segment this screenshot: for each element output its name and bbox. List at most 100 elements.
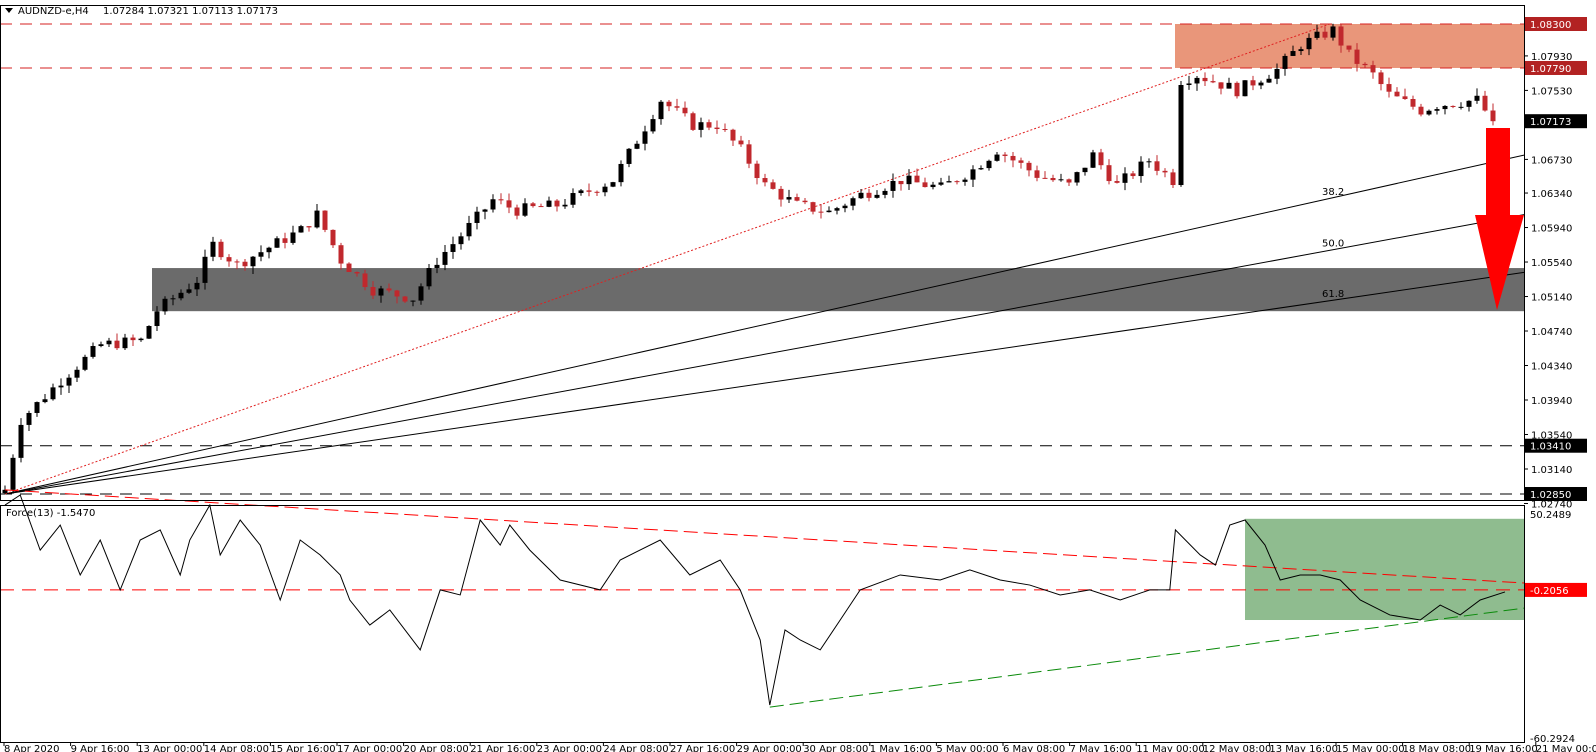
bearish-candle [1042, 177, 1048, 179]
bullish-candle [1258, 82, 1264, 86]
x-tick-label: 8 Apr 2020 [4, 744, 59, 752]
bullish-candle [1146, 161, 1152, 163]
bullish-candle [602, 186, 608, 193]
bullish-candle [10, 457, 16, 490]
background [0, 0, 1596, 752]
y-tick-label: 1.07530 [1531, 86, 1572, 97]
bearish-candle [538, 206, 544, 208]
bullish-candle [610, 182, 616, 187]
price-chart[interactable]: 38.250.061.8 -0.2056 1.079301.075301.067… [0, 0, 1596, 752]
price-label: 1.07790 [1530, 64, 1571, 75]
force-zone [1245, 518, 1524, 621]
bearish-candle [1394, 91, 1400, 97]
x-tick-label: 19 May 16:00 [1469, 744, 1538, 752]
y-tick-label: 1.06340 [1531, 189, 1572, 200]
x-tick-label: 1 May 16:00 [870, 744, 932, 752]
bullish-candle [1074, 172, 1080, 183]
bullish-candle [786, 197, 792, 200]
bullish-candle [58, 385, 64, 388]
fib-fan-label: 61.8 [1322, 289, 1344, 300]
bullish-candle [170, 298, 176, 300]
bearish-candle [1010, 155, 1016, 161]
force-axis-top: 50.2489 [1530, 510, 1571, 521]
y-tick-label: 1.05140 [1531, 293, 1572, 304]
bullish-candle [450, 244, 456, 252]
y-tick-label: 1.05540 [1531, 258, 1572, 269]
bearish-candle [1034, 170, 1040, 178]
price-label: 1.02850 [1530, 490, 1571, 501]
bearish-candle [322, 210, 328, 230]
bullish-candle [138, 338, 144, 341]
bearish-candle [746, 144, 752, 164]
bullish-candle [290, 232, 296, 243]
bullish-candle [1194, 77, 1200, 84]
bullish-candle [434, 264, 440, 269]
bearish-candle [218, 241, 224, 258]
x-tick-label: 13 Apr 00:00 [137, 744, 202, 752]
x-tick-label: 29 Apr 00:00 [737, 744, 802, 752]
y-tick-label: 1.02740 [1531, 499, 1572, 510]
bullish-candle [658, 101, 664, 120]
bullish-candle [1330, 26, 1336, 38]
bearish-candle [898, 180, 904, 185]
bearish-candle [1202, 77, 1208, 82]
bullish-candle [882, 190, 888, 195]
bullish-candle [426, 268, 432, 287]
bearish-candle [330, 229, 336, 246]
x-tick-label: 21 May 00:00 [1536, 744, 1596, 752]
bullish-candle [202, 256, 208, 283]
fib-fan-label: 38.2 [1322, 187, 1344, 198]
bearish-candle [594, 191, 600, 193]
bearish-candle [362, 273, 368, 288]
bullish-candle [490, 199, 496, 210]
bearish-candle [1338, 26, 1344, 46]
bearish-candle [1490, 110, 1496, 122]
bearish-candle [586, 190, 592, 192]
bearish-candle [722, 129, 728, 131]
bullish-candle [162, 298, 168, 312]
x-tick-label: 24 Apr 08:00 [603, 744, 668, 752]
bearish-candle [338, 245, 344, 264]
bearish-candle [242, 261, 248, 267]
bearish-candle [674, 106, 680, 108]
bullish-candle [90, 346, 96, 357]
bearish-candle [530, 203, 536, 207]
bullish-candle [642, 131, 648, 144]
fib-fan-label: 50.0 [1322, 239, 1344, 250]
bullish-candle [1122, 173, 1128, 183]
bearish-candle [130, 337, 136, 341]
x-tick-label: 20 Apr 08:00 [404, 744, 469, 752]
bullish-candle [82, 356, 88, 370]
bearish-candle [682, 107, 688, 114]
bearish-candle [914, 175, 920, 183]
bullish-candle [986, 160, 992, 169]
bullish-candle [146, 326, 152, 339]
bullish-candle [66, 377, 72, 386]
bearish-candle [1354, 49, 1360, 64]
bearish-candle [1410, 99, 1416, 107]
bullish-candle [50, 387, 56, 400]
bearish-candle [506, 200, 512, 208]
bearish-candle [498, 199, 504, 201]
chart-window: 38.2 50.0 61.8 -0.2056 1.07930 1.07530 1.067… [0, 0, 1596, 752]
bearish-candle [1418, 106, 1424, 115]
bearish-candle [1130, 173, 1136, 177]
x-tick-label: 21 Apr 16:00 [470, 744, 535, 752]
bullish-candle [34, 402, 40, 413]
bearish-candle [866, 192, 872, 198]
bearish-candle [1210, 81, 1216, 83]
bullish-candle [1266, 78, 1272, 83]
bullish-candle [890, 180, 896, 191]
bearish-candle [1450, 105, 1456, 107]
bullish-candle [938, 182, 944, 185]
bearish-candle [1106, 165, 1112, 182]
bullish-candle [466, 222, 472, 237]
bearish-candle [402, 296, 408, 302]
bullish-candle [74, 369, 80, 378]
y-tick-label: 1.03940 [1531, 396, 1572, 407]
x-tick-label: 12 May 08:00 [1203, 744, 1272, 752]
bullish-candle [418, 286, 424, 301]
bullish-candle [1442, 105, 1448, 110]
bearish-candle [690, 113, 696, 130]
bullish-candle [970, 169, 976, 180]
